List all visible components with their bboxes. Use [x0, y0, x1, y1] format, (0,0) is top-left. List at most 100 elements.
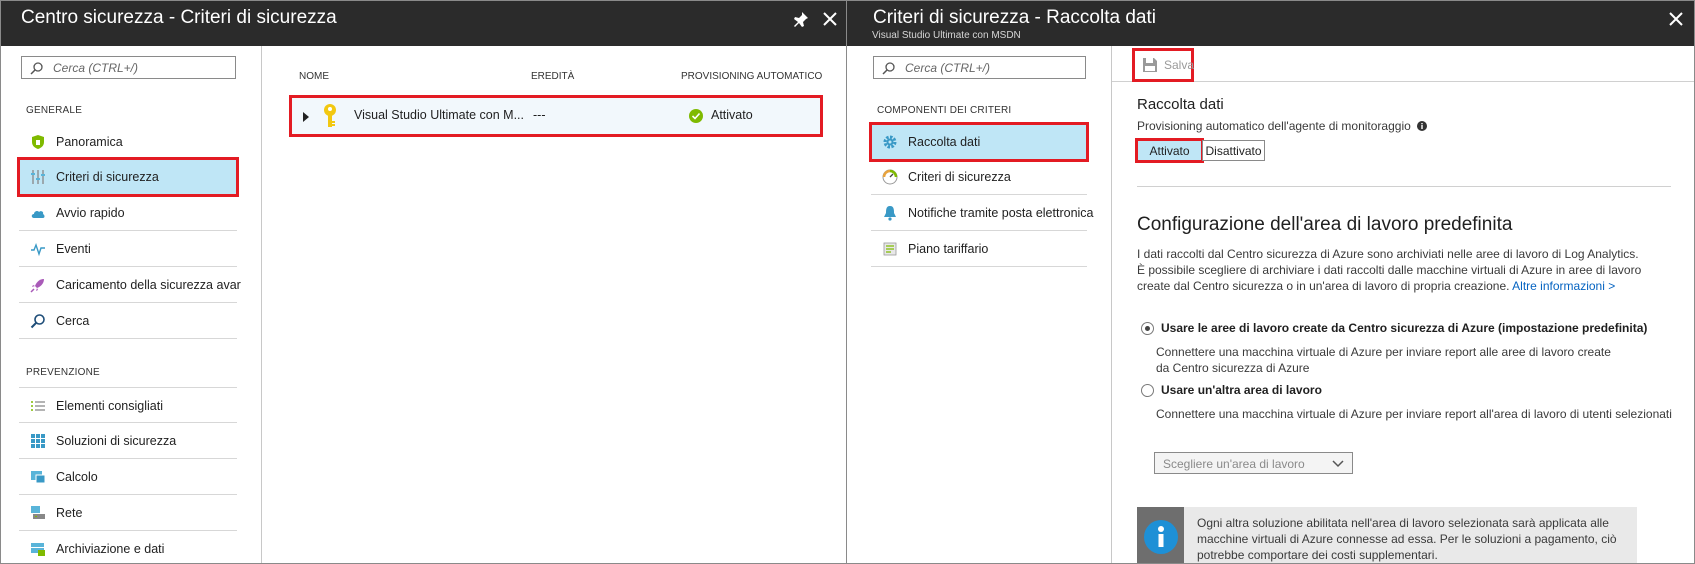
sidebar-item-calcolo[interactable]: Calcolo [19, 459, 237, 495]
search-placeholder: Cerca (CTRL+/) [53, 61, 139, 75]
grid-icon [31, 434, 45, 448]
row-status: Attivato [711, 108, 753, 122]
command-bar: Salva [1112, 46, 1694, 82]
info-banner: Ogni altra soluzione abilitata nell'area… [1137, 507, 1637, 563]
search-icon [882, 62, 895, 75]
check-circle-icon [689, 109, 703, 128]
sidebar-item-piano-tariffario[interactable]: Piano tariffario [871, 231, 1087, 267]
sidebar-item-cerca[interactable]: Cerca [19, 303, 237, 339]
security-policy-blade: Centro sicurezza - Criteri di sicurezza … [0, 0, 847, 564]
sidebar-item-label: Panoramica [56, 135, 123, 149]
pulse-icon [31, 242, 45, 257]
key-icon [321, 103, 339, 134]
pin-icon[interactable] [793, 11, 809, 34]
data-collection-content: Salva Raccolta dati Provisioning automat… [1112, 46, 1694, 563]
column-header-inherit[interactable]: EREDITÀ [531, 71, 574, 82]
description-line: create dal Centro sicurezza o in un'area… [1137, 279, 1510, 293]
provisioning-label-text: Provisioning automatico dell'agente di m… [1137, 119, 1411, 133]
gauge-icon [882, 169, 898, 185]
shield-icon [32, 135, 44, 149]
sidebar-item-caricamento[interactable]: Caricamento della sicurezza avar [19, 267, 241, 303]
column-header-auto-provisioning[interactable]: PROVISIONING AUTOMATICO [681, 71, 822, 82]
column-header-name[interactable]: NOME [299, 71, 329, 82]
cloud-icon [31, 210, 45, 218]
workspace-select[interactable]: Scegliere un'area di lavoro [1154, 452, 1353, 474]
policy-components-menu: Cerca (CTRL+/) COMPONENTI DEI CRITERI Ra… [847, 46, 1112, 563]
workspace-heading: Configurazione dell'area di lavoro prede… [1137, 214, 1513, 235]
sidebar-item-label: Raccolta dati [908, 135, 981, 149]
description-line: È possibile scegliere di archiviare i da… [1137, 263, 1642, 277]
info-banner-icon-area [1137, 507, 1184, 563]
option-other-label[interactable]: Usare un'altra area di lavoro [1161, 383, 1322, 397]
section-label-componenti: COMPONENTI DEI CRITERI [877, 105, 1012, 116]
sidebar-item-soluzioni-di-sicurezza[interactable]: Soluzioni di sicurezza [19, 423, 237, 459]
section-label-generale: GENERALE [26, 105, 83, 116]
sidebar-item-label: Caricamento della sicurezza avar [56, 278, 241, 292]
gear-icon [883, 135, 897, 149]
table-row[interactable]: Visual Studio Ultimate con M... --- Atti… [289, 95, 823, 137]
blade-title-bar: Criteri di sicurezza - Raccolta dati Vis… [847, 1, 1694, 46]
info-banner-text: Ogni altra soluzione abilitata nell'area… [1197, 516, 1617, 562]
section-label-prevenzione: PREVENZIONE [26, 367, 100, 378]
sidebar-item-raccolta-dati[interactable]: Raccolta dati [869, 122, 1089, 162]
workspace-description: I dati raccolti dal Centro sicurezza di … [1137, 246, 1641, 294]
row-inherit: --- [533, 108, 546, 122]
provisioning-label: Provisioning automatico dell'agente di m… [1137, 118, 1428, 135]
sidebar-item-label: Eventi [56, 242, 91, 256]
option-default-label[interactable]: Usare le aree di lavoro create da Centro… [1161, 321, 1647, 335]
sidebar-item-label: Avvio rapido [56, 206, 125, 220]
blade-title-bar: Centro sicurezza - Criteri di sicurezza [1, 1, 846, 46]
chevron-down-icon [1332, 460, 1344, 468]
row-name: Visual Studio Ultimate con M... [354, 108, 524, 122]
info-icon [1144, 520, 1178, 554]
info-icon[interactable] [1417, 119, 1428, 135]
description-line: I dati raccolti dal Centro sicurezza di … [1137, 247, 1639, 261]
storage-icon [31, 543, 45, 556]
sidebar-item-panoramica[interactable]: Panoramica [19, 124, 237, 160]
rocket-icon [30, 279, 44, 293]
sidebar-item-avvio-rapido[interactable]: Avvio rapido [19, 195, 237, 231]
close-icon[interactable] [1669, 11, 1683, 32]
sidebar-item-label: Archiviazione e dati [56, 542, 165, 556]
sidebar-item-notifiche[interactable]: Notifiche tramite posta elettronica [871, 195, 1094, 231]
search-icon [30, 314, 45, 329]
list-icon [31, 401, 45, 411]
search-input[interactable]: Cerca (CTRL+/) [873, 56, 1086, 79]
section-divider [1137, 186, 1671, 187]
sidebar-item-criteri-di-sicurezza[interactable]: Criteri di sicurezza [17, 157, 239, 197]
sidebar-item-rete[interactable]: Rete [19, 495, 237, 531]
network-icon [31, 506, 45, 519]
sidebar-item-elementi-consigliati[interactable]: Elementi consigliati [19, 387, 237, 423]
option-other-description: Connettere una macchina virtuale di Azur… [1156, 407, 1672, 421]
compute-icon [31, 471, 46, 484]
data-collection-blade: Criteri di sicurezza - Raccolta dati Vis… [846, 0, 1695, 564]
toggle-on-button[interactable]: Attivato [1135, 138, 1204, 163]
close-icon[interactable] [823, 11, 837, 32]
bell-icon [884, 206, 896, 221]
sidebar-item-label: Elementi consigliati [56, 399, 163, 413]
sidebar-item-eventi[interactable]: Eventi [19, 231, 237, 267]
sliders-icon [31, 170, 45, 184]
save-label: Salva [1164, 58, 1195, 72]
search-placeholder: Cerca (CTRL+/) [905, 61, 991, 75]
sidebar-item-label: Criteri di sicurezza [56, 170, 159, 184]
blade-title: Centro sicurezza - Criteri di sicurezza [21, 7, 337, 28]
sidebar-item-label: Cerca [56, 314, 90, 328]
more-info-link[interactable]: Altre informazioni > [1512, 279, 1615, 293]
sidebar-item-label: Piano tariffario [908, 242, 989, 256]
sidebar-item-label: Soluzioni di sicurezza [56, 434, 177, 448]
radio-default-workspace[interactable] [1141, 322, 1154, 335]
search-icon [30, 62, 43, 75]
save-button[interactable]: Salva [1132, 48, 1195, 82]
toggle-off-button[interactable]: Disattivato [1202, 140, 1265, 161]
blade-title: Criteri di sicurezza - Raccolta dati [873, 7, 1156, 28]
sidebar-item-label: Rete [56, 506, 83, 520]
search-input[interactable]: Cerca (CTRL+/) [21, 56, 236, 79]
sidebar-item-archiviazione[interactable]: Archiviazione e dati [19, 531, 237, 563]
sidebar-item-criteri-di-sicurezza[interactable]: Criteri di sicurezza [871, 159, 1087, 195]
sidebar-item-label: Criteri di sicurezza [908, 170, 1011, 184]
option-default-description: Connettere una macchina virtuale di Azur… [1156, 345, 1611, 375]
radio-other-workspace[interactable] [1141, 384, 1154, 397]
expand-arrow-icon[interactable] [302, 110, 310, 128]
save-icon [1143, 58, 1157, 72]
